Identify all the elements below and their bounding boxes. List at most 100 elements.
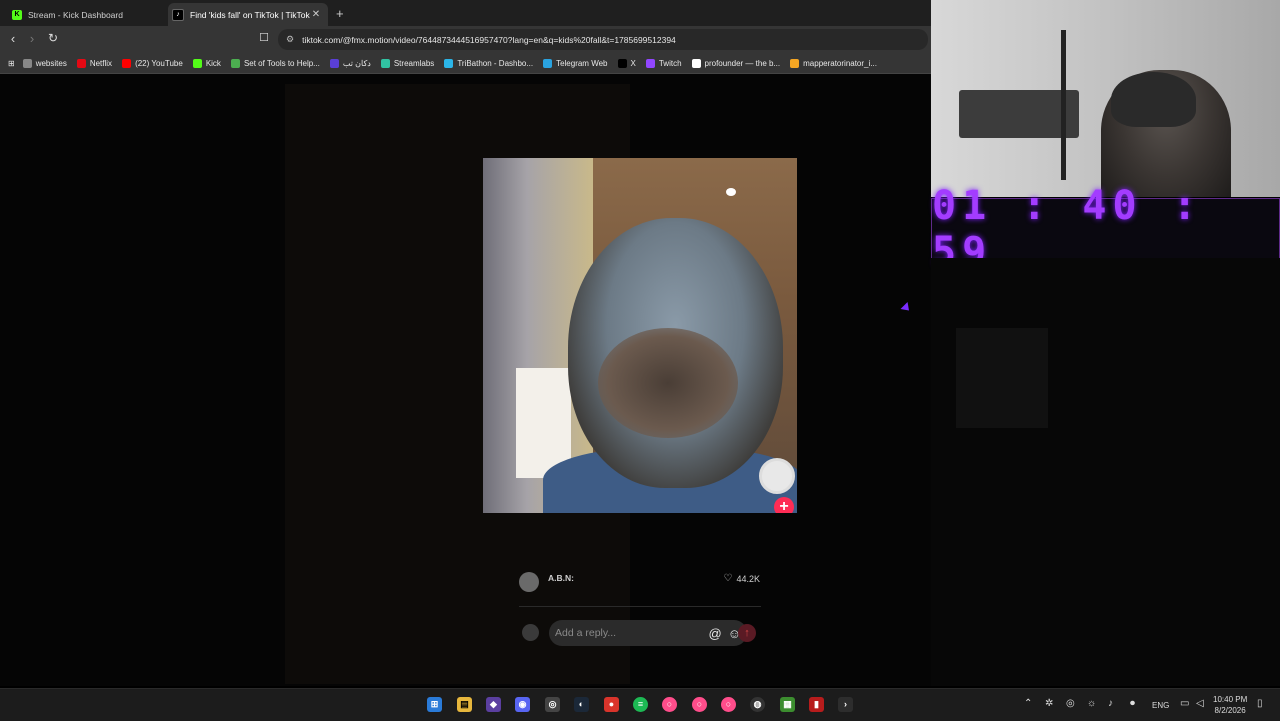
bookmark-item[interactable]: (22) YouTube <box>122 58 183 68</box>
telegram-icon <box>543 58 553 68</box>
video-frame <box>598 328 738 438</box>
side-panel <box>931 258 1280 686</box>
close-tab-icon[interactable]: ✕ <box>310 9 322 20</box>
bookmark-item[interactable]: X <box>617 58 636 68</box>
bookmark-label: دكان تب <box>342 58 371 68</box>
app-icon[interactable]: ○ <box>692 697 707 712</box>
x-icon <box>617 58 627 68</box>
tools-icon <box>230 58 240 68</box>
url-text[interactable]: tiktok.com/@fmx.motion/video/76448734445… <box>302 35 676 45</box>
language-indicator[interactable]: ENG <box>1152 701 1169 710</box>
like-button[interactable]: ♡ 44.2K <box>724 573 761 584</box>
bookmark-label: X <box>630 58 636 68</box>
apps-grid-icon[interactable]: ⊞ <box>8 59 15 68</box>
bookmarks-bar: ⊞ websites Netflix (22) YouTube Kick Set of … <box>0 53 931 74</box>
bookmark-label: Telegram Web <box>556 58 608 68</box>
send-icon[interactable]: ↑ <box>738 624 756 642</box>
like-count: 44.2K <box>736 573 760 584</box>
comment-username[interactable]: A.B.N: <box>548 573 574 583</box>
bookmark-label: Twitch <box>658 58 682 68</box>
mention-icon[interactable]: @ <box>709 626 722 641</box>
forward-icon[interactable]: › <box>24 31 40 46</box>
clock-time: 10:40 PM <box>1213 695 1248 704</box>
browser-icon[interactable]: ◆ <box>486 697 501 712</box>
terminal-icon[interactable]: › <box>838 697 853 712</box>
tray-app-icon[interactable]: ✲ <box>1045 698 1053 709</box>
tribathon-icon <box>444 58 454 68</box>
minecraft-icon[interactable]: ▦ <box>780 697 795 712</box>
bookmark-item[interactable]: Set of Tools to Help... <box>230 58 320 68</box>
avatar[interactable] <box>519 572 539 592</box>
bookmark-label: Kick <box>205 58 221 68</box>
taskbar: ⊞ ▤ ◆ ◉ ◎ ◐ ● ≡ ○ ○ ○ ◍ ▦ ▮ › ⌃ ✲ ◎ ☼ ♪ … <box>0 688 1280 721</box>
divider <box>519 606 761 607</box>
bookmark-icon[interactable]: ☐ <box>256 31 272 44</box>
twitch-icon <box>645 58 655 68</box>
stream-timer: 01 : 40 : 59 <box>931 183 1280 275</box>
follow-plus-icon[interactable]: + <box>774 497 794 513</box>
bookmark-item[interactable]: TriBathon - Dashbo... <box>444 58 534 68</box>
reply-placeholder[interactable]: Add a reply... <box>555 627 709 639</box>
speaker-icon[interactable]: ◁ <box>1196 698 1204 709</box>
kick-icon: K <box>12 9 22 20</box>
mapper-icon <box>790 58 800 68</box>
site-info-icon[interactable]: ⚙ <box>286 34 294 45</box>
kick-icon <box>192 58 202 68</box>
app-icon[interactable]: ○ <box>662 697 677 712</box>
app-icon[interactable]: ◍ <box>750 697 765 712</box>
video-frame <box>726 188 736 196</box>
folder-icon <box>22 58 32 68</box>
volume-icon[interactable]: ♪ <box>1108 698 1113 709</box>
dukan-icon <box>329 58 339 68</box>
navigation-bar: ‹ › ↻ ☐ ⚙ tiktok.com/@fmx.motion/video/7… <box>0 26 931 53</box>
tab-tiktok[interactable]: ♪ Find 'kids fall' on TikTok | TikTok ✕ <box>168 3 328 26</box>
video-player[interactable]: + <box>483 158 797 513</box>
notification-icon[interactable]: ▯ <box>1257 698 1263 709</box>
tab-label: Stream - Kick Dashboard <box>28 9 123 20</box>
start-icon[interactable]: ⊞ <box>427 697 442 712</box>
bookmark-label: TriBathon - Dashbo... <box>457 58 534 68</box>
profounder-icon <box>691 58 701 68</box>
reload-icon[interactable]: ↻ <box>45 31 61 45</box>
bookmark-item[interactable]: Kick <box>192 58 221 68</box>
youtube-icon <box>122 58 132 68</box>
app-icon[interactable]: ○ <box>721 697 736 712</box>
file-explorer-icon[interactable]: ▤ <box>457 697 472 712</box>
reply-input[interactable]: Add a reply... @ ☺ <box>549 620 747 646</box>
heart-icon: ♡ <box>723 573 733 584</box>
obs-icon[interactable]: ◎ <box>545 697 560 712</box>
bookmark-item[interactable]: Netflix <box>76 58 112 68</box>
chevron-up-icon[interactable]: ⌃ <box>1024 698 1032 709</box>
app-icon[interactable]: ● <box>604 697 619 712</box>
bookmark-label: (22) YouTube <box>135 58 183 68</box>
bookmark-item[interactable]: profounder — the b... <box>691 58 780 68</box>
network-icon[interactable]: ▭ <box>1180 698 1189 709</box>
tab-label: Find 'kids fall' on TikTok | TikTok <box>190 9 310 20</box>
back-icon[interactable]: ‹ <box>5 31 21 46</box>
thumbnail <box>956 328 1048 428</box>
bookmark-item[interactable]: Streamlabs <box>380 58 435 68</box>
bookmark-item[interactable]: Twitch <box>645 58 682 68</box>
bookmark-item[interactable]: Telegram Web <box>543 58 608 68</box>
microphone-icon[interactable]: ⏺ <box>1130 698 1135 709</box>
webcam-frame <box>1111 72 1196 127</box>
bookmark-item[interactable]: دكان تب <box>329 58 371 68</box>
discord-icon[interactable]: ◉ <box>515 697 530 712</box>
tab-bar: K Stream - Kick Dashboard ♪ Find 'kids f… <box>0 0 931 26</box>
tiktok-icon: ♪ <box>172 8 184 21</box>
tray-app-icon[interactable]: ◎ <box>1066 698 1075 709</box>
app-icon[interactable]: ▮ <box>809 697 824 712</box>
spotify-icon[interactable]: ≡ <box>633 697 648 712</box>
tray-app-icon[interactable]: ☼ <box>1087 698 1096 709</box>
system-clock[interactable]: 10:40 PM 8/2/2026 <box>1213 694 1247 716</box>
tab-kick-dashboard[interactable]: K Stream - Kick Dashboard <box>8 3 168 26</box>
creator-avatar-button[interactable] <box>759 458 795 494</box>
new-tab-button[interactable]: + <box>336 6 344 21</box>
address-bar[interactable]: ⚙ tiktok.com/@fmx.motion/video/764487344… <box>278 29 928 50</box>
bookmark-item[interactable]: websites <box>22 58 67 68</box>
bookmark-label: Streamlabs <box>393 58 435 68</box>
steam-icon[interactable]: ◐ <box>574 697 589 712</box>
reply-bar: Add a reply... @ ☺ ↑ <box>519 619 764 647</box>
bookmark-item[interactable]: mapperatorinator_i... <box>790 58 877 68</box>
webcam-feed <box>931 0 1280 197</box>
